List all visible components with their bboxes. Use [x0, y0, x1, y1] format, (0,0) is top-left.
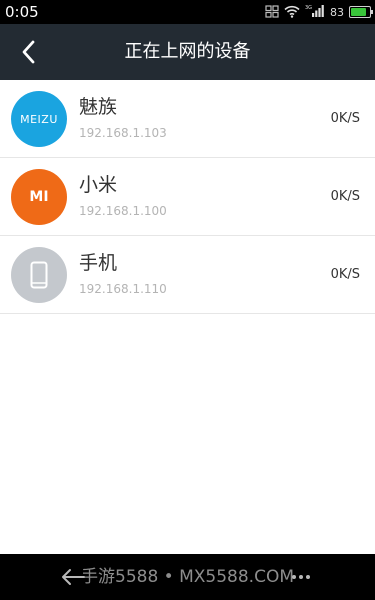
device-speed: 0K/S: [330, 111, 360, 126]
watermark-text: 手游5588 • MX5588.COM: [81, 567, 294, 587]
back-arrow-icon[interactable]: [60, 567, 86, 587]
screenshot-icon: [265, 3, 279, 22]
device-ip: 192.168.1.110: [79, 282, 167, 296]
meizu-logo-icon: MEIZU: [11, 91, 67, 147]
battery-level: 83: [330, 5, 344, 19]
page-title: 正在上网的设备: [124, 41, 251, 62]
mi-logo-icon: MI: [11, 169, 67, 225]
battery-icon: [349, 6, 373, 18]
menu-dots-icon[interactable]: [292, 575, 310, 581]
back-button[interactable]: [10, 34, 46, 70]
device-row[interactable]: 手机 192.168.1.110 0K/S: [0, 236, 375, 314]
device-speed: 0K/S: [330, 189, 360, 204]
bottom-bar: 手游5588 • MX5588.COM: [0, 554, 375, 600]
menu-dot: [292, 575, 296, 579]
meizu-logo-text: MEIZU: [20, 112, 58, 126]
device-row[interactable]: MEIZU 魅族 192.168.1.103 0K/S: [0, 80, 375, 158]
chevron-left-icon: [22, 40, 35, 64]
device-speed: 0K/S: [330, 267, 360, 282]
battery-fill: [351, 8, 366, 16]
device-name: 手机: [79, 252, 118, 274]
menu-dot: [306, 575, 310, 579]
mi-logo-text: MI: [29, 189, 49, 205]
device-ip: 192.168.1.103: [79, 126, 167, 140]
device-row[interactable]: MI 小米 192.168.1.100 0K/S: [0, 158, 375, 236]
device-name: 魅族: [79, 96, 118, 118]
device-list: MEIZU 魅族 192.168.1.103 0K/S MI 小米 192.16…: [0, 80, 375, 314]
status-icons: 3G 83: [265, 3, 373, 22]
phone-icon: [11, 247, 67, 303]
status-time: 0:05: [5, 3, 39, 21]
signal-icon: 3G: [305, 3, 325, 22]
status-bar: 0:05 3G 83: [0, 0, 375, 24]
device-ip: 192.168.1.100: [79, 204, 167, 218]
menu-dot: [299, 575, 303, 579]
wifi-icon: [284, 3, 300, 22]
network-type-label: 3G: [305, 5, 312, 11]
phone-glyph: [30, 261, 48, 289]
device-name: 小米: [79, 174, 118, 196]
header-bar: 正在上网的设备: [0, 24, 375, 80]
